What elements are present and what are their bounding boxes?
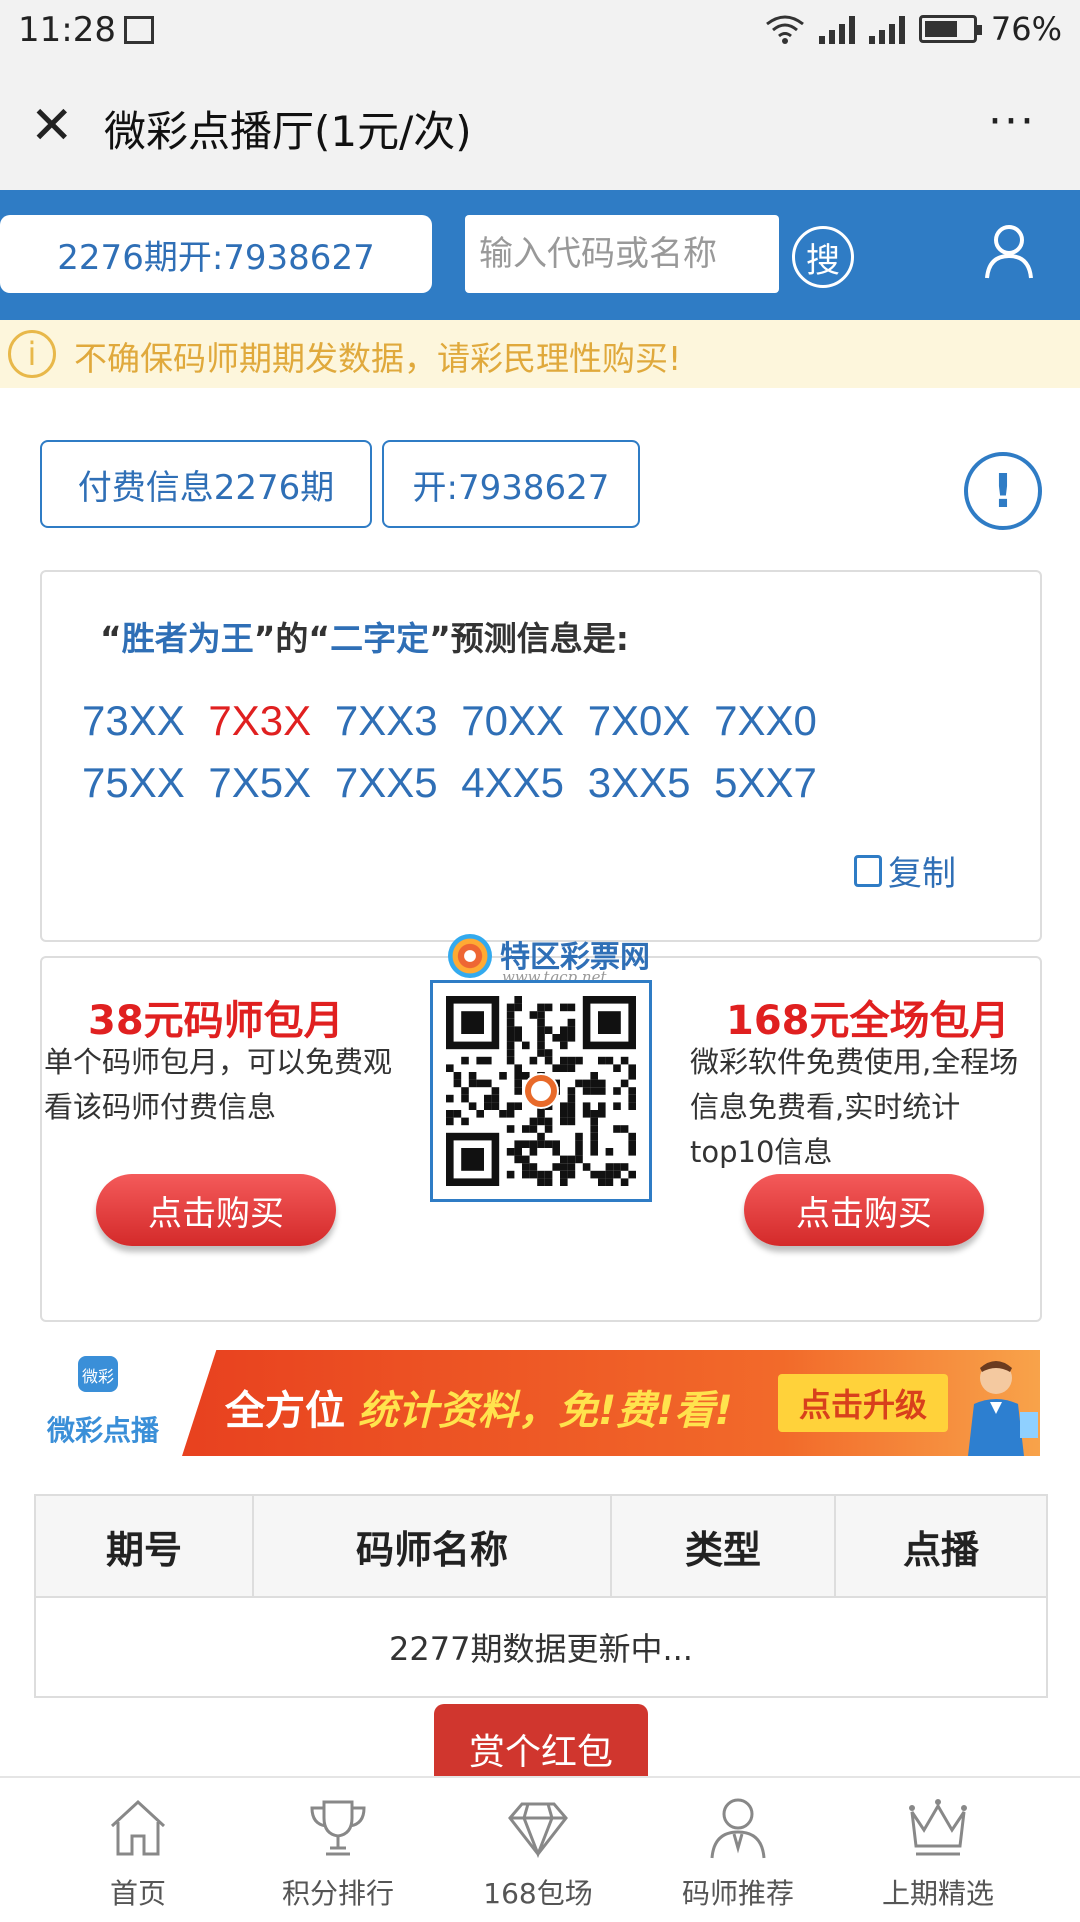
person-icon — [710, 1798, 766, 1859]
prediction-heading: “胜者为王”的“二字定”预测信息是: — [100, 619, 629, 658]
buy-all-button[interactable]: 点击购买 — [744, 1174, 984, 1246]
table-row: 2277期数据更新中... — [34, 1596, 1048, 1698]
prediction-code: 7X3X — [208, 697, 312, 744]
prediction-codes: 73XX 7X3X 7XX3 70XX 7X0X 7XX0 75XX 7X5X … — [82, 690, 942, 814]
monthly-all-desc: 微彩软件免费使用,全程场信息免费看,实时统计top10信息 — [690, 1045, 1019, 1169]
col-period: 期号 — [34, 1494, 254, 1598]
prediction-code: 73XX — [82, 697, 185, 744]
data-table: 期号 码师名称 类型 点播 2277期数据更新中... — [34, 1494, 1048, 1698]
prediction-code: 3XX5 — [587, 759, 691, 806]
weicai-logo-icon[interactable]: 微彩 微彩点播 — [38, 1354, 168, 1454]
prediction-code: 70XX — [461, 697, 565, 744]
prediction-code: 7X0X — [587, 697, 691, 744]
prediction-code: 7XX5 — [334, 759, 438, 806]
prediction-code: 7XX0 — [714, 697, 817, 744]
svg-text:微彩: 微彩 — [82, 1367, 114, 1386]
buy-master-button[interactable]: 点击购买 — [96, 1174, 336, 1246]
prediction-code: 7XX3 — [334, 697, 438, 744]
crown-icon — [909, 1799, 967, 1856]
page-title: 微彩点播厅(1元/次) — [104, 107, 472, 156]
copy-icon — [854, 854, 882, 887]
gallery-icon — [124, 16, 154, 44]
prediction-code: 7X5X — [208, 759, 312, 806]
nav-168[interactable]: 168包场 — [458, 1796, 618, 1912]
master-name: 胜者为王 — [121, 619, 254, 658]
trophy-icon — [310, 1800, 366, 1856]
person-illustration-icon — [968, 1361, 1038, 1456]
search-input[interactable] — [465, 215, 779, 293]
signal-icon — [818, 14, 855, 44]
table-status: 2277期数据更新中... — [34, 1596, 1048, 1698]
diamond-icon — [508, 1802, 568, 1859]
copy-button[interactable]: 复制 — [854, 846, 956, 895]
upgrade-button[interactable]: 点击升级 — [778, 1374, 948, 1432]
monthly-master-desc: 单个码师包月，可以免费观看该码师付费信息 — [44, 1045, 393, 1124]
user-icon[interactable] — [984, 222, 1034, 282]
col-type: 类型 — [610, 1494, 836, 1598]
nav-ranking[interactable]: 积分排行 — [258, 1796, 418, 1912]
battery-percent: 76% — [990, 10, 1062, 48]
nav-home[interactable]: 首页 — [58, 1796, 218, 1912]
svg-text:微彩点播: 微彩点播 — [46, 1414, 160, 1447]
info-icon[interactable]: ! — [964, 452, 1042, 530]
more-menu-icon[interactable]: ··· — [988, 96, 1036, 147]
brand-logo-icon — [448, 934, 492, 978]
signal-icon-2 — [868, 14, 905, 44]
status-time: 11:28 — [18, 10, 116, 50]
monthly-master-title: 38元码师包月 — [88, 998, 344, 1044]
paid-info-button[interactable]: 付费信息2276期 — [40, 440, 372, 528]
banner-text-2: 统计资料，免!费!看! — [358, 1388, 733, 1434]
close-icon[interactable]: ✕ — [30, 100, 74, 152]
monthly-all-title: 168元全场包月 — [726, 998, 1010, 1044]
col-master: 码师名称 — [252, 1494, 612, 1598]
period-result[interactable]: 2276期开:7938627 — [0, 215, 432, 293]
warning-icon: i — [8, 330, 56, 378]
prediction-type: 二字定 — [330, 619, 430, 658]
home-icon — [110, 1799, 166, 1856]
nav-recommend[interactable]: 码师推荐 — [658, 1796, 818, 1912]
prediction-code: 5XX7 — [714, 759, 817, 806]
banner-text-1: 全方位 — [225, 1388, 345, 1434]
wifi-icon — [765, 15, 804, 44]
warning-text: 不确保码师期期发数据，请彩民理性购买! — [74, 339, 682, 378]
qr-code — [430, 980, 652, 1202]
col-play: 点播 — [834, 1494, 1048, 1598]
status-icons: 76% — [765, 10, 1062, 48]
prediction-code: 4XX5 — [461, 759, 565, 806]
battery-icon — [918, 15, 982, 43]
open-result-button[interactable]: 开:7938627 — [382, 440, 640, 528]
prediction-code: 75XX — [82, 759, 185, 806]
search-button[interactable]: 搜 — [792, 226, 854, 288]
nav-last-picks[interactable]: 上期精选 — [858, 1796, 1018, 1912]
